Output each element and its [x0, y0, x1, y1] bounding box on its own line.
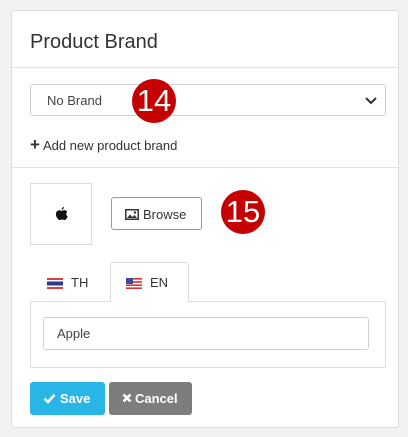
save-button[interactable]: Save	[30, 382, 105, 415]
divider	[12, 67, 398, 68]
tab-th-label: TH	[71, 275, 89, 290]
apple-logo-icon	[55, 206, 68, 221]
save-button-label: Save	[60, 391, 91, 406]
step-badge-15: 15	[221, 190, 265, 234]
brand-select[interactable]: No Brand	[30, 84, 386, 116]
panel-title: Product Brand	[30, 31, 158, 53]
brand-name-input[interactable]	[43, 317, 369, 350]
browse-button[interactable]: Browse	[111, 197, 202, 230]
tab-en-label: EN	[150, 275, 169, 290]
add-new-brand-link[interactable]: + Add new product brand	[30, 135, 177, 155]
plus-icon: +	[30, 135, 40, 154]
us-flag-icon	[126, 278, 142, 289]
tab-en[interactable]: EN	[110, 262, 189, 302]
tab-th[interactable]: TH	[30, 262, 110, 302]
cancel-button[interactable]: Cancel	[109, 382, 192, 415]
browse-button-label: Browse	[143, 207, 187, 222]
divider	[12, 167, 398, 168]
add-new-brand-label: Add new product brand	[42, 138, 178, 153]
close-icon	[122, 393, 132, 403]
cancel-button-label: Cancel	[135, 391, 178, 406]
check-icon	[43, 393, 56, 404]
tab-content-en	[30, 301, 386, 368]
step-badge-14: 14	[132, 79, 176, 123]
product-brand-panel: Product Brand No Brand + Add new product …	[11, 10, 399, 428]
image-icon	[125, 209, 139, 220]
brand-select-value: No Brand	[47, 93, 102, 108]
thailand-flag-icon	[47, 278, 63, 289]
brand-logo-preview	[30, 183, 92, 245]
chevron-down-icon	[365, 97, 377, 105]
